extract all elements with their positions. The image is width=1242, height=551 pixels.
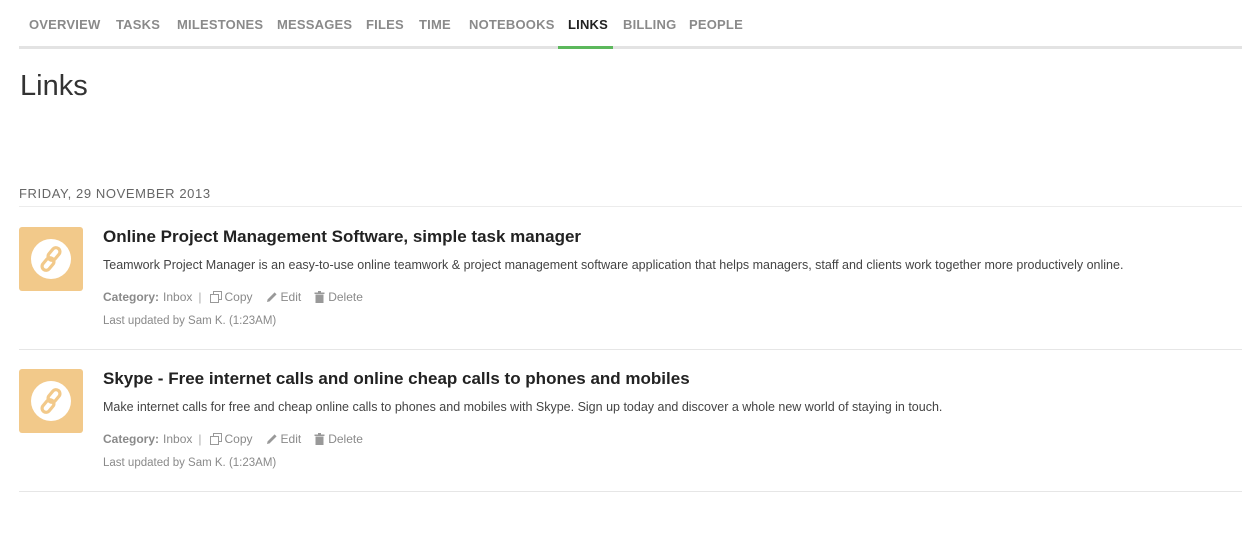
- page-title: Links: [20, 70, 88, 102]
- copy-button[interactable]: Copy: [209, 290, 253, 304]
- edit-button[interactable]: Edit: [266, 290, 302, 304]
- tab-overview[interactable]: OVERVIEW: [29, 17, 100, 32]
- category-label: Category:: [103, 432, 160, 446]
- project-tabs: OVERVIEW TASKS MILESTONES MESSAGES FILES…: [19, 0, 1242, 49]
- active-tab-indicator: [558, 46, 613, 49]
- edit-label: Edit: [280, 290, 302, 304]
- tab-links[interactable]: LINKS: [568, 17, 608, 32]
- edit-button[interactable]: Edit: [266, 432, 302, 446]
- tab-messages[interactable]: MESSAGES: [277, 17, 352, 32]
- category-value[interactable]: Inbox: [163, 432, 192, 446]
- pencil-icon: [266, 434, 277, 444]
- tab-billing[interactable]: BILLING: [623, 17, 676, 32]
- link-item: Skype - Free internet calls and online c…: [19, 349, 1242, 492]
- trash-icon: [314, 291, 325, 303]
- tab-people[interactable]: PEOPLE: [689, 17, 743, 32]
- link-title[interactable]: Online Project Management Software, simp…: [103, 227, 581, 247]
- tab-milestones[interactable]: MILESTONES: [177, 17, 263, 32]
- copy-label: Copy: [224, 432, 253, 446]
- link-description: Teamwork Project Manager is an easy-to-u…: [103, 258, 1124, 272]
- separator: |: [198, 290, 202, 304]
- link-title[interactable]: Skype - Free internet calls and online c…: [103, 369, 690, 389]
- link-meta: Category: Inbox | Copy Edit Delete: [103, 290, 376, 304]
- edit-label: Edit: [280, 432, 302, 446]
- tab-files[interactable]: FILES: [366, 17, 404, 32]
- delete-button[interactable]: Delete: [314, 432, 363, 446]
- tab-time[interactable]: TIME: [419, 17, 451, 32]
- link-meta: Category: Inbox | Copy Edit Delete: [103, 432, 376, 446]
- last-updated: Last updated by Sam K. (1:23AM): [103, 315, 277, 327]
- link-item: Online Project Management Software, simp…: [19, 207, 1242, 350]
- copy-label: Copy: [224, 290, 253, 304]
- last-updated: Last updated by Sam K. (1:23AM): [103, 457, 277, 469]
- copy-icon: [209, 291, 222, 303]
- link-icon: [40, 246, 62, 272]
- delete-button[interactable]: Delete: [314, 290, 363, 304]
- link-thumbnail: [19, 369, 83, 433]
- trash-icon: [314, 433, 325, 445]
- link-description: Make internet calls for free and cheap o…: [103, 400, 943, 414]
- copy-icon: [209, 433, 222, 445]
- date-group-header: FRIDAY, 29 NOVEMBER 2013: [19, 186, 211, 201]
- copy-button[interactable]: Copy: [209, 432, 253, 446]
- separator: |: [198, 432, 202, 446]
- link-thumbnail: [19, 227, 83, 291]
- tab-notebooks[interactable]: NOTEBOOKS: [469, 17, 555, 32]
- pencil-icon: [266, 292, 277, 302]
- category-value[interactable]: Inbox: [163, 290, 192, 304]
- delete-label: Delete: [328, 290, 363, 304]
- link-icon: [40, 388, 62, 414]
- tab-tasks[interactable]: TASKS: [116, 17, 160, 32]
- category-label: Category:: [103, 290, 160, 304]
- delete-label: Delete: [328, 432, 363, 446]
